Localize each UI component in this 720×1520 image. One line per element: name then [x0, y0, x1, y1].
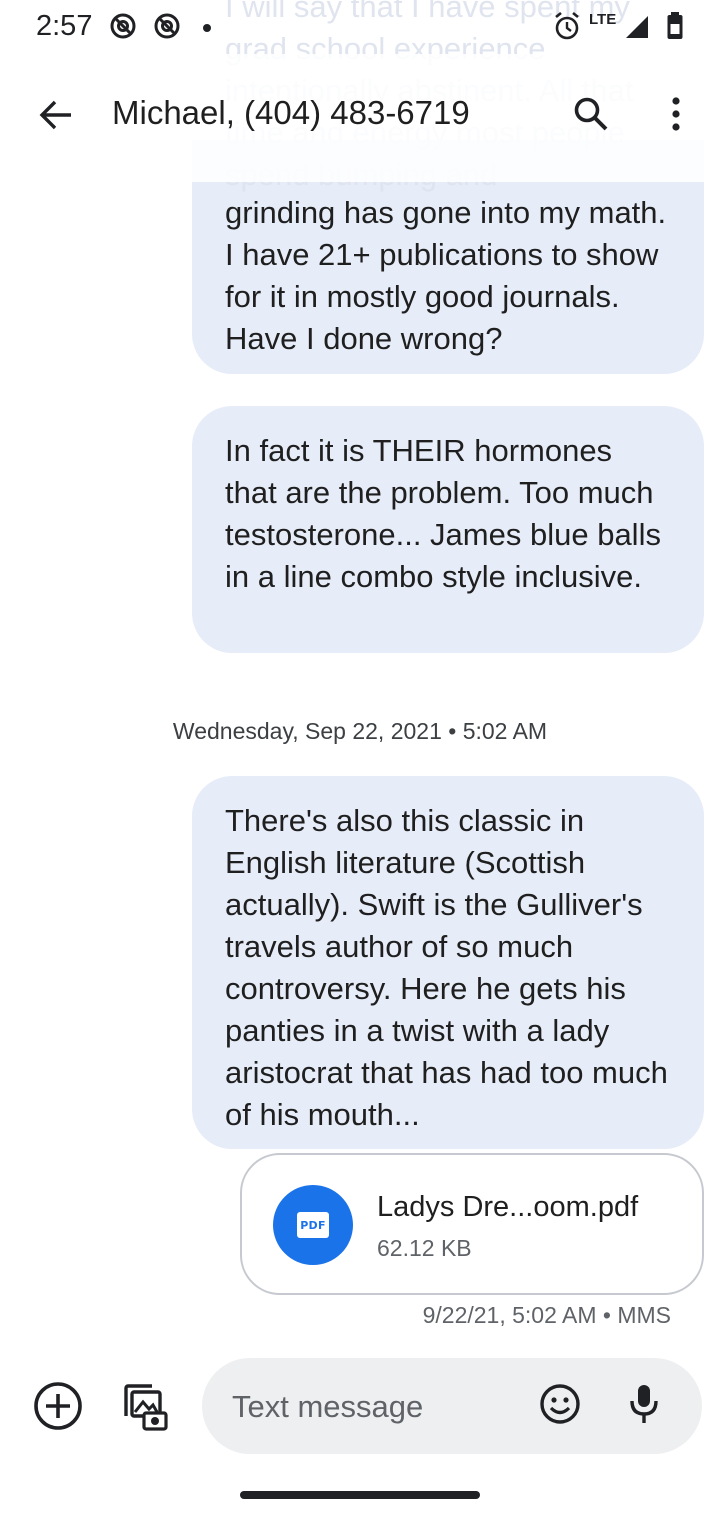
- at-sign-icon: [153, 12, 181, 45]
- more-vert-icon: [670, 96, 682, 137]
- message-bubble[interactable]: There's also this classic in English lit…: [192, 776, 704, 1149]
- pdf-icon: PDF: [273, 1185, 353, 1265]
- more-options-button[interactable]: [648, 88, 704, 144]
- message-timestamp: 9/22/21, 5:02 AM • MMS: [422, 1302, 671, 1328]
- attachment-size: 62.12 KB: [377, 1235, 472, 1261]
- notification-dot-icon: [202, 20, 212, 38]
- voice-input-button[interactable]: [614, 1376, 674, 1436]
- pdf-attachment[interactable]: PDF Ladys Dre...oom.pdf 62.12 KB: [240, 1153, 704, 1295]
- message-bubble[interactable]: In fact it is THEIR hormones that are th…: [192, 406, 704, 653]
- pdf-badge: PDF: [297, 1212, 329, 1238]
- message-input-container[interactable]: [202, 1358, 702, 1454]
- network-type-label: LTE: [589, 11, 617, 28]
- add-circle-icon: [33, 1381, 83, 1436]
- composer-bar: [0, 1350, 720, 1460]
- message-text: There's also this classic in English lit…: [225, 803, 668, 1132]
- microphone-icon: [627, 1383, 661, 1430]
- attachment-filename: Ladys Dre...oom.pdf: [377, 1191, 639, 1223]
- status-bar: 2:57 LTE: [0, 0, 720, 54]
- app-bar: Michael, (404) 483-6719: [0, 54, 720, 182]
- emoji-button[interactable]: [530, 1376, 590, 1436]
- signal-icon: [624, 14, 650, 45]
- home-indicator[interactable]: [240, 1491, 480, 1499]
- gallery-icon: [116, 1380, 168, 1437]
- date-separator: Wednesday, Sep 22, 2021 • 5:02 AM: [172, 718, 548, 744]
- back-arrow-icon: [38, 97, 74, 138]
- message-input[interactable]: [230, 1380, 524, 1434]
- at-sign-icon: [109, 12, 137, 45]
- emoji-icon: [539, 1383, 581, 1430]
- status-time: 2:57: [36, 10, 93, 42]
- gallery-button[interactable]: [112, 1378, 172, 1438]
- add-attachment-button[interactable]: [28, 1378, 88, 1438]
- search-button[interactable]: [563, 88, 619, 144]
- message-text: grinding has gone into my math. I have 2…: [225, 195, 667, 356]
- battery-icon: [666, 11, 684, 46]
- conversation-title: Michael, (404) 483-6719: [112, 94, 470, 131]
- back-button[interactable]: [28, 89, 84, 145]
- alarm-icon: [553, 11, 581, 46]
- search-icon: [573, 96, 609, 137]
- message-text: In fact it is THEIR hormones that are th…: [225, 433, 661, 594]
